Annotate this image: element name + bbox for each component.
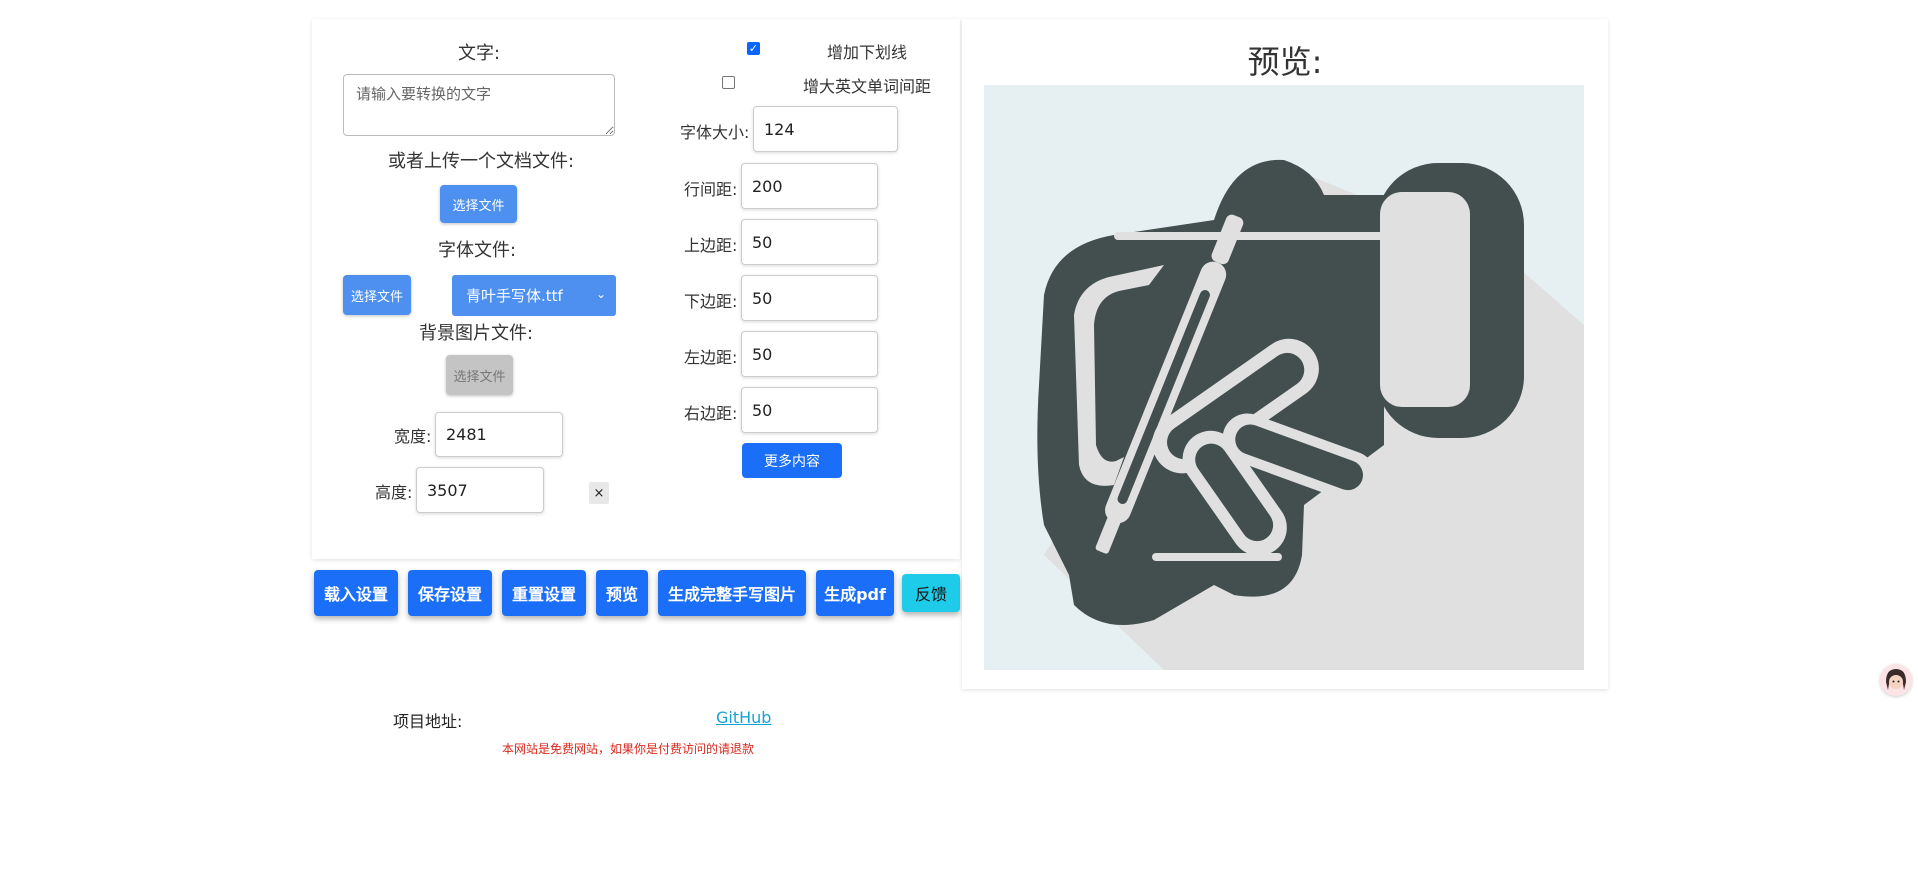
bg-image-label: 背景图片文件: — [419, 323, 534, 344]
bottom-margin-input[interactable]: 50 — [741, 275, 878, 321]
github-link[interactable]: GitHub — [716, 708, 771, 727]
free-site-notice: 本网站是免费网站，如果你是付费访问的请退款 — [502, 742, 755, 756]
preview-button[interactable]: 预览 — [596, 570, 648, 616]
text-label: 文字: — [458, 43, 501, 64]
more-options-button[interactable]: 更多内容 — [742, 443, 842, 478]
generate-images-button[interactable]: 生成完整手写图片 — [658, 570, 806, 616]
generate-pdf-button[interactable]: 生成pdf — [816, 570, 894, 616]
preview-title: 预览: — [1247, 43, 1323, 81]
width-label: 宽度: — [394, 427, 432, 446]
upload-doc-label: 或者上传一个文档文件: — [388, 151, 575, 172]
line-spacing-label: 行间距: — [684, 180, 738, 199]
left-margin-input[interactable]: 50 — [741, 331, 878, 377]
preview-panel: 预览: — [962, 19, 1608, 689]
project-label: 项目地址: — [393, 712, 463, 731]
preview-image — [984, 85, 1584, 670]
bottom-margin-label: 下边距: — [684, 292, 738, 311]
upload-bg-button[interactable]: 选择文件 — [446, 355, 513, 395]
font-select-value: 青叶手写体.ttf — [466, 287, 563, 305]
font-select[interactable]: 青叶手写体.ttf ⌄ — [452, 275, 616, 316]
right-margin-input[interactable]: 50 — [741, 387, 878, 433]
settings-panel: 文字: 或者上传一个文档文件: 选择文件 字体文件: 选择文件 青叶手写体.tt… — [312, 19, 960, 559]
feedback-button[interactable]: 反馈 — [902, 574, 960, 612]
right-margin-label: 右边距: — [684, 404, 738, 423]
chevron-down-icon: ⌄ — [595, 287, 606, 301]
underline-checkbox[interactable]: ✓ — [747, 42, 760, 55]
save-settings-button[interactable]: 保存设置 — [408, 570, 492, 616]
word-spacing-checkbox[interactable] — [722, 76, 735, 89]
width-input[interactable]: 2481 — [435, 412, 563, 457]
avatar-face-icon — [1880, 664, 1912, 696]
underline-label: 增加下划线 — [827, 43, 908, 62]
left-margin-label: 左边距: — [684, 348, 738, 367]
avatar[interactable] — [1880, 664, 1912, 696]
text-input[interactable] — [343, 74, 615, 136]
upload-font-button[interactable]: 选择文件 — [343, 275, 411, 315]
word-spacing-label: 增大英文单词间距 — [803, 77, 932, 96]
font-size-input[interactable]: 124 — [753, 106, 898, 152]
height-input[interactable]: 3507 — [416, 467, 544, 513]
top-margin-input[interactable]: 50 — [741, 219, 878, 265]
top-margin-label: 上边距: — [684, 236, 738, 255]
close-icon[interactable]: × — [589, 482, 609, 504]
upload-doc-button[interactable]: 选择文件 — [440, 185, 517, 223]
handwriting-hand-pen-icon — [1037, 159, 1584, 670]
height-label: 高度: — [375, 483, 413, 502]
reset-settings-button[interactable]: 重置设置 — [502, 570, 586, 616]
load-settings-button[interactable]: 载入设置 — [314, 570, 398, 616]
font-size-label: 字体大小: — [680, 123, 750, 142]
line-spacing-input[interactable]: 200 — [741, 163, 878, 209]
font-file-label: 字体文件: — [438, 240, 517, 261]
